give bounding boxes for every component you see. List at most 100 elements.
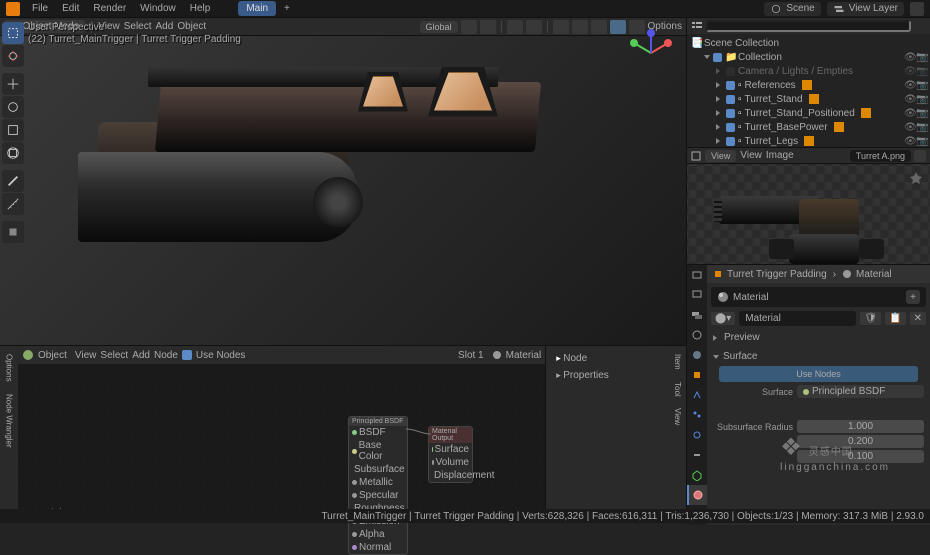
top-menu-bar: File Edit Render Window Help Main + Scen… — [0, 0, 930, 18]
vtab-wrangler[interactable]: Node Wrangler — [5, 390, 14, 452]
viewlayer-selector[interactable]: View Layer — [827, 2, 904, 16]
viewport-3d[interactable]: Object Mode View Select Add Object Globa… — [0, 18, 686, 346]
image-editor-canvas[interactable] — [687, 164, 930, 264]
ne-menu-node[interactable]: Node — [154, 350, 178, 361]
scene-selector[interactable]: Scene — [764, 2, 820, 16]
node-editor-header: Object View Select Add Node Use Nodes Sl… — [18, 346, 545, 364]
subsurface-radius-z[interactable]: 0.100 — [797, 450, 924, 463]
mat-name-input[interactable]: Material — [739, 311, 856, 326]
node-editor: Options Node Wrangler Object View Select… — [0, 346, 686, 523]
prop-tab-material[interactable] — [687, 485, 707, 505]
image-editor-icon — [691, 151, 701, 161]
outliner-icon — [691, 20, 703, 32]
prop-tab-particle[interactable] — [687, 405, 707, 425]
outliner-row-hidden[interactable]: Camera / Lights / Empties👁📷 — [687, 64, 930, 78]
menu-help[interactable]: Help — [184, 1, 217, 16]
workspace-add-button[interactable]: + — [278, 1, 296, 16]
outliner-row-item[interactable]: ▫Turret_Stand_Positioned👁📷 — [687, 106, 930, 120]
menu-window[interactable]: Window — [134, 1, 182, 16]
material-icon — [492, 350, 502, 360]
menu-render[interactable]: Render — [87, 1, 132, 16]
ie-mode[interactable]: View — [705, 150, 736, 162]
use-nodes-button[interactable]: Use Nodes — [719, 366, 918, 382]
use-nodes-checkbox[interactable] — [182, 350, 192, 360]
panel-surface[interactable]: Surface — [713, 349, 924, 364]
filter-icon[interactable] — [910, 2, 924, 16]
outliner-row-item[interactable]: ▫References👁📷 — [687, 78, 930, 92]
ie-texture-name[interactable]: Turret A.png — [850, 150, 911, 162]
mat-unlink-button[interactable]: ✕ — [910, 312, 926, 325]
prop-tab-viewlayer[interactable] — [687, 305, 707, 325]
outliner-row-item[interactable]: ▫Turret_Stand👁📷 — [687, 92, 930, 106]
viewport-render-area[interactable] — [0, 18, 686, 345]
image-editor: View View Image Turret A.png — [687, 148, 930, 265]
blender-logo-icon — [6, 2, 20, 16]
prop-tab-data[interactable] — [687, 465, 707, 485]
material-slot[interactable]: Material + — [711, 287, 926, 307]
status-bar: Turret_MainTrigger | Turret Trigger Padd… — [0, 509, 930, 523]
outliner-row-item[interactable]: ▫Turret_BasePower👁📷 — [687, 120, 930, 134]
ne-type-dropdown[interactable]: Object — [38, 350, 67, 361]
cube-icon — [713, 269, 723, 279]
pin-icon[interactable] — [908, 170, 924, 186]
node-editor-sidebar: ▸ Node ▸ Properties — [545, 346, 669, 523]
prop-tab-scene[interactable] — [687, 325, 707, 345]
ie-menu-image[interactable]: Image — [766, 150, 794, 161]
scene-icon — [770, 3, 782, 15]
mat-fake-user[interactable]: 🛡 — [860, 312, 881, 325]
shader-editor-icon — [22, 349, 34, 361]
ne-menu-add[interactable]: Add — [132, 350, 150, 361]
node-principled-bsdf[interactable]: Principled BSDF BSDF Base Color Subsurfa… — [348, 416, 408, 555]
vtab-options[interactable]: Options — [5, 350, 14, 386]
ie-new-button[interactable] — [914, 150, 926, 162]
prop-tab-world[interactable] — [687, 345, 707, 365]
properties-tab-strip — [687, 265, 707, 525]
prop-tab-physics[interactable] — [687, 425, 707, 445]
vtab-tool[interactable]: Tool — [673, 378, 682, 401]
ie-menu-view[interactable]: View — [740, 150, 762, 161]
menu-file[interactable]: File — [26, 1, 54, 16]
nav-gizmo[interactable] — [626, 28, 676, 78]
prop-tab-output[interactable] — [687, 285, 707, 305]
prop-tab-object[interactable] — [687, 365, 707, 385]
material-dropdown[interactable]: Material — [506, 350, 542, 361]
outliner-filter-button[interactable] — [914, 20, 926, 32]
outliner-row-scene[interactable]: 📑Scene Collection — [687, 36, 930, 50]
workspace-tab-main[interactable]: Main — [238, 1, 276, 16]
subsurface-radius-x[interactable]: 1.000 — [797, 420, 924, 433]
material-add-button[interactable]: + — [906, 290, 920, 304]
use-nodes-label: Use Nodes — [196, 350, 245, 361]
layer-icon — [833, 3, 845, 15]
prop-tab-constraint[interactable] — [687, 445, 707, 465]
viewport-info-overlay: User Perspective (22) Turret_MainTrigger… — [28, 22, 241, 46]
outliner-row-collection[interactable]: 📁Collection👁📷 — [687, 50, 930, 64]
vtab-item[interactable]: Item — [673, 350, 682, 374]
ne-menu-select[interactable]: Select — [100, 350, 128, 361]
surface-shader-dropdown[interactable]: Principled BSDF — [797, 385, 924, 398]
menu-edit[interactable]: Edit — [56, 1, 85, 16]
prop-tab-render[interactable] — [687, 265, 707, 285]
mat-new-button[interactable]: 📋 — [885, 312, 905, 325]
outliner-search[interactable] — [706, 20, 911, 32]
material-ball-icon — [717, 291, 729, 303]
slot-dropdown[interactable]: Slot 1 — [458, 350, 484, 361]
ne-side-tab-node[interactable]: ▸ Node — [550, 350, 665, 367]
material-name-field[interactable]: Material — [733, 292, 769, 303]
node-material-output[interactable]: Material Output Surface Volume Displacem… — [428, 426, 473, 483]
node-graph-area[interactable]: Object View Select Add Node Use Nodes Sl… — [18, 346, 545, 523]
material-sphere-icon — [842, 269, 852, 279]
node-editor-vtabs-right: Item Tool View — [669, 346, 686, 523]
mat-browse-button[interactable]: ⬤▾ — [711, 312, 735, 325]
node-editor-vtabs: Options Node Wrangler — [0, 346, 18, 523]
outliner-row-item[interactable]: ▫Turret_Legs👁📷 — [687, 134, 930, 147]
ne-side-tab-properties[interactable]: ▸ Properties — [550, 367, 665, 384]
status-stats: Turret_MainTrigger | Turret Trigger Padd… — [321, 511, 924, 522]
properties-breadcrumb: Turret Trigger Padding › Material — [707, 265, 930, 283]
prop-tab-modifier[interactable] — [687, 385, 707, 405]
subsurface-radius-y[interactable]: 0.200 — [797, 435, 924, 448]
vtab-view[interactable]: View — [673, 404, 682, 429]
ne-menu-view[interactable]: View — [75, 350, 97, 361]
outliner: 📑Scene Collection 📁Collection👁📷 Camera /… — [687, 18, 930, 148]
panel-preview[interactable]: Preview — [713, 330, 924, 345]
properties-editor: Turret Trigger Padding › Material Materi… — [687, 265, 930, 525]
